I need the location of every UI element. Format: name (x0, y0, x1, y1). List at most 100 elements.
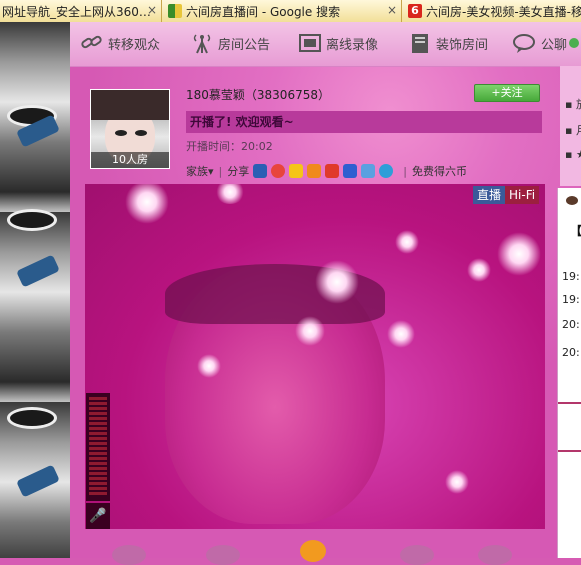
right-info-item[interactable]: ▪ 放 (565, 96, 581, 112)
avatar-eye (135, 130, 147, 136)
p-share-icon[interactable] (379, 164, 394, 178)
light-sparkle (215, 184, 245, 204)
right-info-item[interactable]: ▪ ★ (565, 148, 581, 161)
nav-offline-recordings[interactable]: 离线录像 (298, 32, 378, 54)
google-favicon-icon (168, 4, 182, 18)
right-info-item[interactable]: ▪ 月 (565, 122, 581, 138)
avatar-eye (115, 130, 127, 136)
light-sparkle (315, 260, 359, 304)
star-share-icon[interactable] (361, 164, 376, 178)
chat-divider (558, 450, 581, 452)
divider: | (403, 164, 407, 178)
browser-tab-google-search[interactable]: 六间房直播间 - Google 搜索 × (162, 0, 402, 22)
nav-room-announcement[interactable]: 房间公告 (190, 32, 270, 54)
volume-bar (89, 482, 107, 485)
volume-bar (89, 447, 107, 450)
divider: | (218, 164, 223, 178)
mic-icon[interactable]: 🎤 (86, 503, 110, 529)
chat-timestamp: 20: (562, 346, 580, 359)
weibo-share-icon[interactable] (271, 164, 286, 178)
chat-timestamp: 19: (562, 293, 580, 306)
antenna-icon (193, 34, 211, 54)
renren-share-icon[interactable] (253, 164, 268, 178)
volume-bar (89, 412, 107, 415)
volume-bar (89, 442, 107, 445)
link-chain-icon (81, 35, 102, 49)
family-dropdown[interactable]: 家族▾ (186, 163, 214, 179)
live-video-player[interactable] (85, 184, 545, 529)
room-size-label: 10人房 (91, 152, 169, 168)
light-sparkle (497, 232, 541, 276)
qzone-share-icon[interactable] (289, 164, 304, 178)
nav-label: 转移观众 (108, 37, 161, 53)
kaixin-share-icon[interactable] (325, 164, 340, 178)
anchor-links-row: 家族▾ | 分享 | 免费得六币 (186, 163, 467, 179)
bottom-decoration (206, 545, 240, 565)
background-photo-cap (16, 254, 60, 288)
live-label: 直播 (473, 186, 506, 204)
chat-bubble-icon (513, 34, 535, 53)
bottom-decoration (112, 545, 146, 565)
online-status-icon (569, 38, 580, 48)
volume-bar (89, 487, 107, 490)
volume-bar (89, 422, 107, 425)
volume-bar (89, 467, 107, 470)
room-top-nav: 转移观众 房间公告 离线录像 装饰房间 公聊 (70, 22, 581, 67)
tab-close-icon[interactable]: × (147, 3, 157, 17)
baidu-share-icon[interactable] (343, 164, 358, 178)
volume-bar (89, 397, 107, 400)
bottom-decoration (478, 545, 512, 565)
browser-tab-bar: 网址导航_安全上网从360… × 六间房直播间 - Google 搜索 × 6 … (0, 0, 581, 22)
browser-tab-360-nav[interactable]: 网址导航_安全上网从360… × (0, 0, 162, 22)
light-sparkle (295, 316, 325, 346)
chat-bracket: 【 (570, 224, 581, 238)
volume-bar (89, 402, 107, 405)
broadcast-start-time: 开播时间：20:02 (186, 140, 273, 153)
bottom-decoration (400, 545, 434, 565)
welcome-text: 开播了! 欢迎观看~ (190, 115, 294, 129)
volume-bar (89, 462, 107, 465)
volume-bar (89, 477, 107, 480)
light-sparkle (125, 184, 169, 224)
film-icon (299, 34, 321, 52)
volume-bar (89, 457, 107, 460)
volume-meter[interactable] (86, 393, 110, 501)
follow-button[interactable]: +关注 (474, 84, 540, 102)
light-sparkle (467, 258, 491, 282)
mascot-icon (300, 540, 326, 562)
light-sparkle (395, 230, 419, 254)
volume-bar (89, 437, 107, 440)
gift-box-icon (412, 34, 428, 53)
anchor-name-id: 180慕莹颖（38306758） (186, 88, 330, 102)
tab-close-icon[interactable]: × (387, 3, 397, 17)
anchor-avatar[interactable]: 10人房 (90, 89, 170, 169)
chat-bubble-icon (566, 196, 578, 205)
share-label: 分享 (227, 165, 250, 178)
nav-label: 公聊 (541, 37, 568, 53)
nav-public-chat[interactable]: 公聊 (513, 32, 580, 54)
volume-bar (89, 452, 107, 455)
chat-divider (558, 402, 581, 404)
light-sparkle (387, 320, 415, 348)
live-quality-badge: 直播 Hi-Fi (473, 186, 540, 204)
welcome-message-bar: 开播了! 欢迎观看~ (186, 111, 542, 133)
volume-bar (89, 427, 107, 430)
tab-label: 六间房-美女视频-美女直播-移 (426, 4, 581, 19)
six-rooms-favicon-icon: 6 (408, 4, 422, 18)
nav-label: 离线录像 (326, 37, 379, 53)
chat-timestamp: 20: (562, 318, 580, 331)
light-sparkle (445, 470, 469, 494)
free-coins-link[interactable]: 免费得六币 (412, 163, 467, 179)
chat-timestamp: 19: (562, 270, 580, 283)
nav-transfer-viewers[interactable]: 转移观众 (80, 32, 160, 54)
room-background-left-strip (0, 22, 70, 558)
background-photo-eye (10, 212, 54, 228)
volume-bar (89, 417, 107, 420)
chat-panel (557, 188, 581, 558)
background-photo-eye (10, 410, 54, 426)
nav-label: 房间公告 (218, 37, 271, 53)
nav-decorate-room[interactable]: 装饰房间 (408, 32, 488, 54)
volume-bar (89, 407, 107, 410)
tencent-weibo-share-icon[interactable] (307, 164, 322, 178)
browser-tab-6rooms[interactable]: 6 六间房-美女视频-美女直播-移 (402, 0, 581, 22)
